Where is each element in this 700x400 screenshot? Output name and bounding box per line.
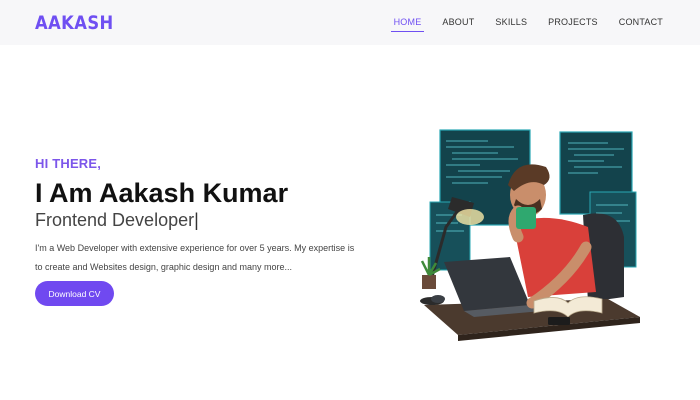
lamp-light bbox=[456, 209, 484, 225]
hero-greeting: HI THERE, bbox=[35, 156, 102, 171]
typing-cursor: | bbox=[194, 210, 199, 230]
phone bbox=[548, 317, 570, 325]
laptop-screen bbox=[444, 257, 530, 311]
hero-role-text: Frontend Developer bbox=[35, 210, 195, 230]
nav-link-contact[interactable]: CONTACT bbox=[616, 14, 666, 31]
coffee-mug bbox=[516, 207, 536, 229]
plant-pot bbox=[422, 275, 436, 289]
navbar: AAKASH HOME ABOUT SKILLS PROJECTS CONTAC… bbox=[0, 0, 700, 45]
hero-section: HI THERE, I Am Aakash Kumar Frontend Dev… bbox=[35, 156, 365, 306]
computer-mouse bbox=[431, 295, 445, 303]
brand-logo[interactable]: AAKASH bbox=[35, 12, 114, 34]
nav-link-projects[interactable]: PROJECTS bbox=[545, 14, 601, 31]
hero-name: I Am Aakash Kumar bbox=[35, 178, 289, 208]
hero-role: Frontend Developer| bbox=[35, 209, 365, 231]
main-nav: HOME ABOUT SKILLS PROJECTS CONTACT bbox=[376, 14, 666, 32]
nav-link-home[interactable]: HOME bbox=[390, 14, 425, 32]
download-cv-button[interactable]: Download CV bbox=[35, 281, 114, 306]
nav-link-skills[interactable]: SKILLS bbox=[492, 14, 530, 31]
hero-description: I'm a Web Developer with extensive exper… bbox=[35, 243, 355, 272]
developer-illustration-icon bbox=[418, 127, 644, 342]
nav-link-about[interactable]: ABOUT bbox=[439, 14, 477, 31]
developer-illustration-svg bbox=[420, 129, 640, 341]
